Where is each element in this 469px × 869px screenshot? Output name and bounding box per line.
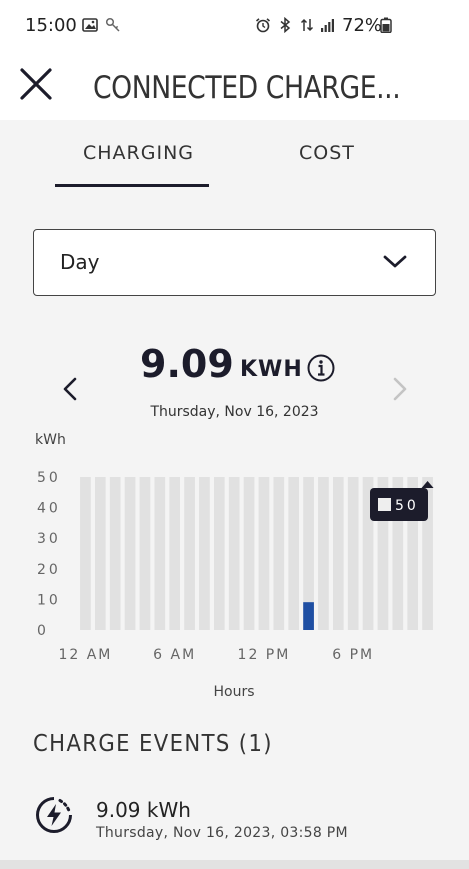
- bar-track: [184, 477, 195, 630]
- main-content: CHARGING COST Day 9.09 KWH Thursday, Nov…: [0, 120, 469, 860]
- bottom-edge: [0, 860, 469, 869]
- bar-track: [124, 477, 136, 630]
- bluetooth-icon: [280, 17, 291, 33]
- bar-track: [199, 477, 210, 630]
- period-dropdown[interactable]: Day: [33, 229, 436, 296]
- y-tick-label: 50: [37, 470, 61, 486]
- bar-track: [154, 477, 166, 630]
- period-dropdown-value: Day: [60, 250, 100, 274]
- x-tick-label: 12 AM: [58, 647, 112, 663]
- charge-event-item[interactable]: 9.09 kWh Thursday, Nov 16, 2023, 03:58 P…: [0, 785, 469, 855]
- event-energy: 9.09 kWh: [96, 798, 191, 822]
- status-bar: 15:00 72%: [0, 0, 469, 52]
- event-date: Thursday, Nov 16, 2023, 03:58 PM: [96, 825, 348, 841]
- y-tick-label: 0: [37, 623, 49, 639]
- energy-total-unit: KWH: [240, 357, 303, 382]
- tooltip-value: 50: [395, 498, 419, 514]
- bar-track: [243, 477, 255, 630]
- bar-track: [332, 477, 344, 630]
- signal-icon: [321, 19, 334, 32]
- previous-day-button[interactable]: [58, 374, 82, 404]
- y-axis-label: kWh: [35, 432, 66, 448]
- page-title: CONNECTED CHARGE...: [93, 70, 401, 106]
- active-tab-indicator: [55, 184, 209, 187]
- alarm-icon: [255, 18, 271, 33]
- bar-track: [94, 477, 106, 630]
- x-tick-label: 6 PM: [332, 647, 374, 663]
- tab-charging[interactable]: CHARGING: [83, 142, 194, 164]
- status-time: 15:00: [25, 15, 77, 36]
- y-tick-label: 30: [37, 531, 61, 547]
- summary-date: Thursday, Nov 16, 2023: [150, 404, 319, 420]
- chart-bar: [303, 602, 314, 630]
- bar-track: [213, 477, 225, 630]
- bar-track: [169, 477, 181, 630]
- x-tick-label: 12 PM: [238, 647, 291, 663]
- energy-total-value: 9.09: [140, 342, 234, 386]
- battery-icon: [380, 17, 392, 33]
- chevron-down-icon: [383, 255, 407, 268]
- fast-charge-icon: [36, 797, 72, 833]
- key-icon: [105, 17, 120, 32]
- info-icon[interactable]: [306, 353, 336, 383]
- daily-charging-chart: kWh 50 40 30 20 10 0 12 AM 6 AM 12 PM 6 PM Hours 50: [35, 432, 434, 700]
- bar-track: [80, 477, 91, 630]
- bar-track: [347, 477, 359, 630]
- gallery-icon: [82, 18, 98, 32]
- bar-track: [258, 477, 270, 630]
- x-axis-label: Hours: [213, 684, 254, 700]
- bar-track: [139, 477, 151, 630]
- tooltip-swatch: [378, 498, 391, 511]
- bar-track: [228, 477, 240, 630]
- y-tick-label: 10: [37, 592, 61, 608]
- y-tick-label: 40: [37, 501, 61, 517]
- bar-track: [109, 477, 121, 630]
- bar-track: [288, 477, 300, 630]
- battery-percent: 72%: [342, 15, 383, 36]
- app-bar: CONNECTED CHARGE...: [0, 52, 469, 120]
- bar-track: [318, 477, 329, 630]
- data-icon: [300, 18, 314, 32]
- charge-events-heading: CHARGE EVENTS (1): [33, 731, 273, 757]
- next-day-button[interactable]: [388, 374, 412, 404]
- bar-track: [273, 477, 285, 630]
- close-icon[interactable]: [18, 66, 54, 102]
- y-tick-label: 20: [37, 562, 61, 578]
- tab-cost[interactable]: COST: [299, 142, 355, 164]
- x-tick-label: 6 AM: [153, 647, 196, 663]
